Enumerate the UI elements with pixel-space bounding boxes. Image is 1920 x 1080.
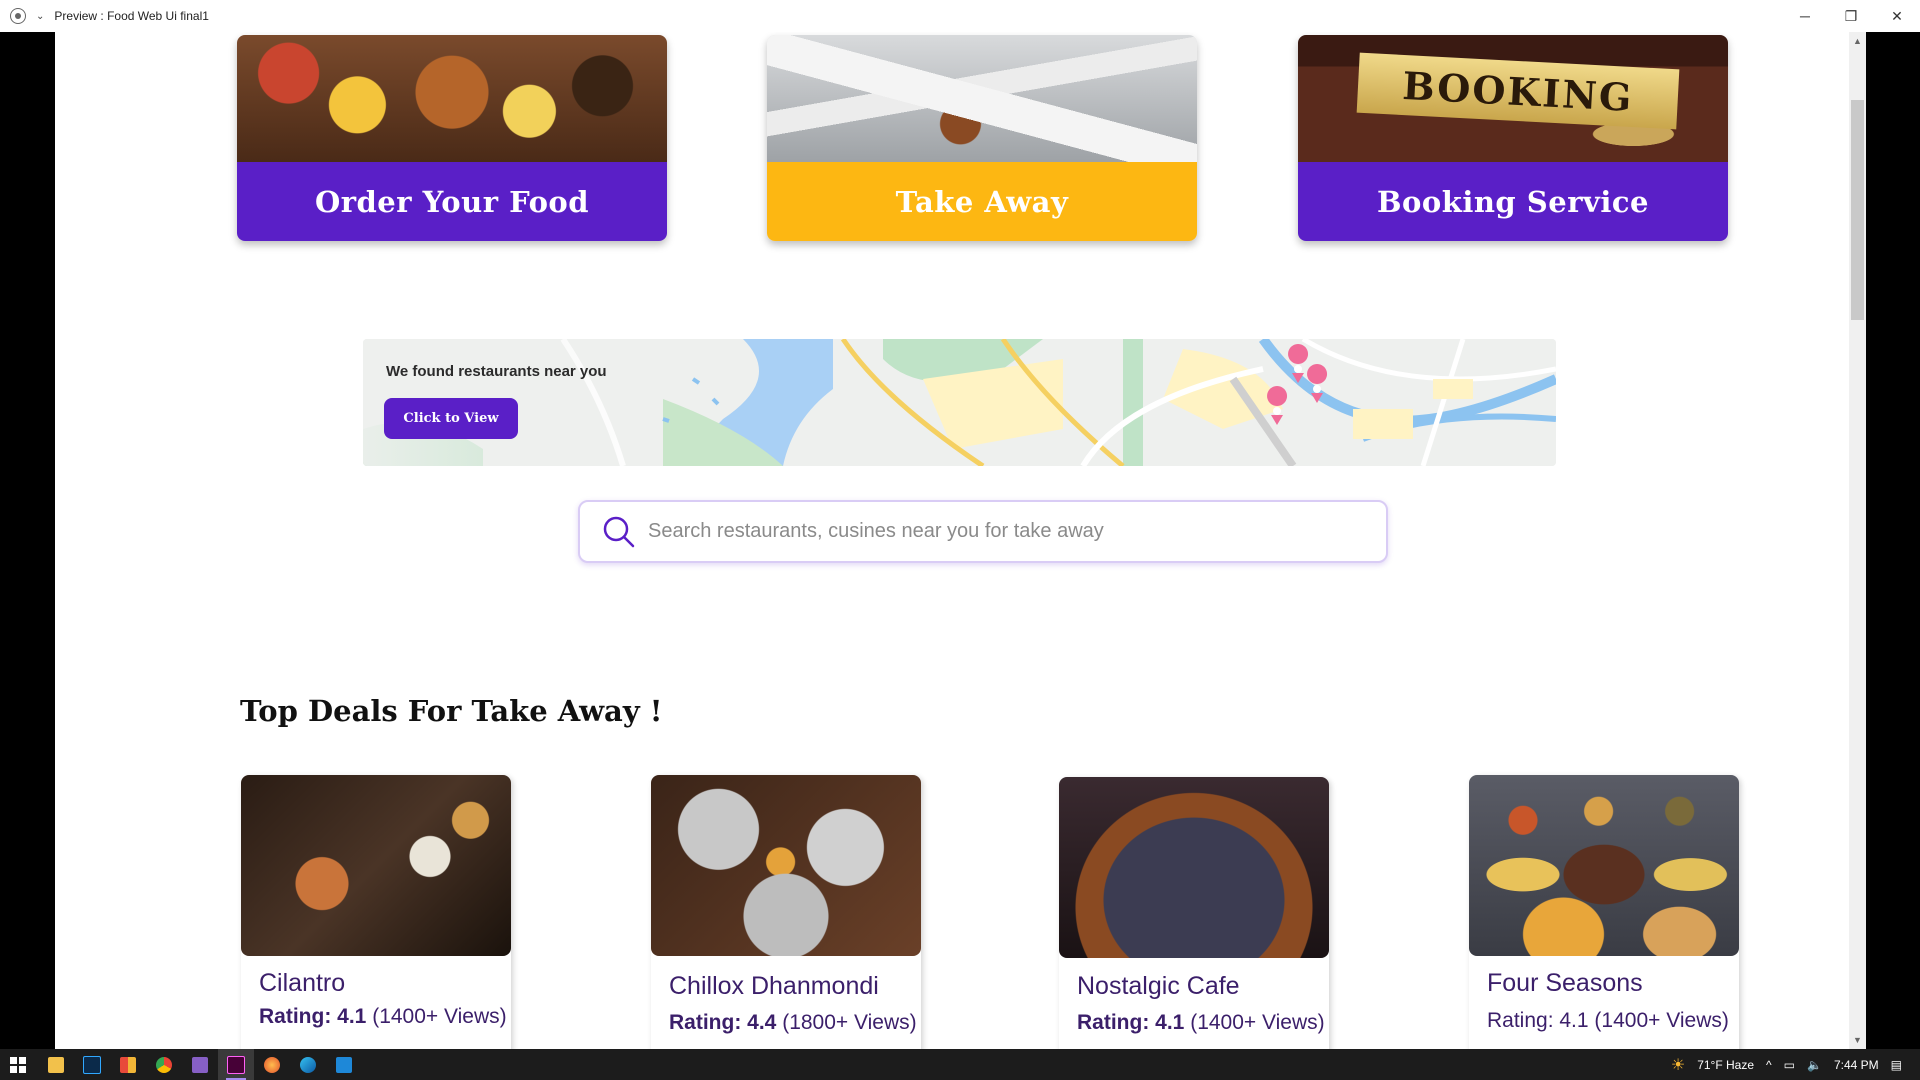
window-title-bar: ⌄ Preview : Food Web Ui final1 ─ ❐ ✕ [0,0,1920,32]
notification-icon[interactable]: ▤ [1891,1058,1902,1072]
restaurant-image [1059,777,1329,958]
network-icon[interactable]: ▭ [1784,1058,1795,1072]
hotel-booking-image: BOOKING [1298,35,1728,162]
click-to-view-button[interactable]: Click to View [384,398,518,439]
deal-card-chillox[interactable]: Chillox Dhanmondi Rating: 4.4 (1800+ Vie… [651,775,921,1049]
app-grid-icon[interactable] [110,1049,146,1080]
deal-card-four-seasons[interactable]: Four Seasons Rating: 4.1 (1400+ Views) [1469,775,1739,1049]
restaurant-image [651,775,921,956]
restaurant-name: Nostalgic Cafe [1077,972,1240,1000]
taskbar: ☀ 71°F Haze ^ ▭ 🔈 7:44 PM ▤ [0,1049,1920,1080]
clock[interactable]: 7:44 PM [1834,1058,1879,1072]
map-banner-message: We found restaurants near you [386,363,607,380]
search-input[interactable] [646,519,1350,544]
page-viewport: Order Your Food Take Away BOOKING Bookin… [55,32,1866,1049]
rating-value: Rating: 4.1 [1077,1011,1185,1034]
restaurant-name: Four Seasons [1487,969,1643,997]
booking-sign: BOOKING [1356,52,1680,130]
edge-icon[interactable] [290,1049,326,1080]
window-title: Preview : Food Web Ui final1 [54,9,209,23]
service-card-label: Booking Service [1298,162,1728,241]
system-tray: ☀ 71°F Haze ^ ▭ 🔈 7:44 PM ▤ [1671,1049,1920,1080]
record-icon[interactable] [10,8,26,24]
service-card-order-food[interactable]: Order Your Food [237,35,667,241]
rating-value: Rating: 4.1 [1487,1009,1589,1032]
map-illustration [363,339,1556,466]
search-bar [578,500,1388,563]
vertical-scrollbar[interactable]: ▲ ▼ [1849,32,1866,1049]
windows-start-icon[interactable] [0,1049,36,1080]
close-button[interactable]: ✕ [1874,0,1920,32]
restaurant-rating: Rating: 4.1 (1400+ Views) [1487,1009,1729,1033]
minimize-button[interactable]: ─ [1782,0,1828,32]
service-card-booking[interactable]: BOOKING Booking Service [1298,35,1728,241]
restaurant-image [1469,775,1739,956]
restaurant-name: Chillox Dhanmondi [669,972,879,1000]
chevron-down-icon[interactable]: ⌄ [36,11,44,22]
scroll-down-arrow-icon[interactable]: ▼ [1849,1033,1866,1047]
food-platter-image [237,35,667,162]
search-icon[interactable] [602,515,636,549]
weather-icon[interactable]: ☀ [1671,1055,1685,1075]
section-title: Top Deals For Take Away ! [240,694,663,728]
view-count: (1800+ Views) [782,1011,917,1034]
service-card-take-away[interactable]: Take Away [767,35,1197,241]
map-banner: We found restaurants near you Click to V… [363,339,1556,466]
restaurant-image [241,775,511,956]
restore-button[interactable]: ❐ [1828,0,1874,32]
volume-icon[interactable]: 🔈 [1807,1058,1822,1072]
rating-value: Rating: 4.1 [259,1005,367,1028]
visual-studio-icon[interactable] [182,1049,218,1080]
deal-card-cilantro[interactable]: Cilantro Rating: 4.1 (1400+ Views) [241,775,511,1049]
firefox-icon[interactable] [254,1049,290,1080]
view-count: (1400+ Views) [372,1005,507,1028]
adobe-xd-icon[interactable] [218,1049,254,1080]
vscode-icon[interactable] [326,1049,362,1080]
service-card-label: Take Away [767,162,1197,241]
deal-card-nostalgic[interactable]: Nostalgic Cafe Rating: 4.1 (1400+ Views) [1059,777,1329,1049]
restaurant-name: Cilantro [259,969,346,997]
chrome-icon[interactable] [146,1049,182,1080]
service-card-label: Order Your Food [237,162,667,241]
weather-text[interactable]: 71°F Haze [1697,1058,1754,1072]
scrollbar-thumb[interactable] [1851,100,1864,320]
scroll-up-arrow-icon[interactable]: ▲ [1849,34,1866,48]
view-count: (1400+ Views) [1594,1009,1729,1032]
photoshop-icon[interactable] [74,1049,110,1080]
restaurant-rating: Rating: 4.1 (1400+ Views) [1077,1011,1325,1035]
takeaway-boxes-image [767,35,1197,162]
view-count: (1400+ Views) [1190,1011,1325,1034]
rating-value: Rating: 4.4 [669,1011,777,1034]
tray-chevron-icon[interactable]: ^ [1766,1058,1772,1072]
restaurant-rating: Rating: 4.4 (1800+ Views) [669,1011,917,1035]
file-explorer-icon[interactable] [38,1049,74,1080]
restaurant-rating: Rating: 4.1 (1400+ Views) [259,1005,507,1029]
